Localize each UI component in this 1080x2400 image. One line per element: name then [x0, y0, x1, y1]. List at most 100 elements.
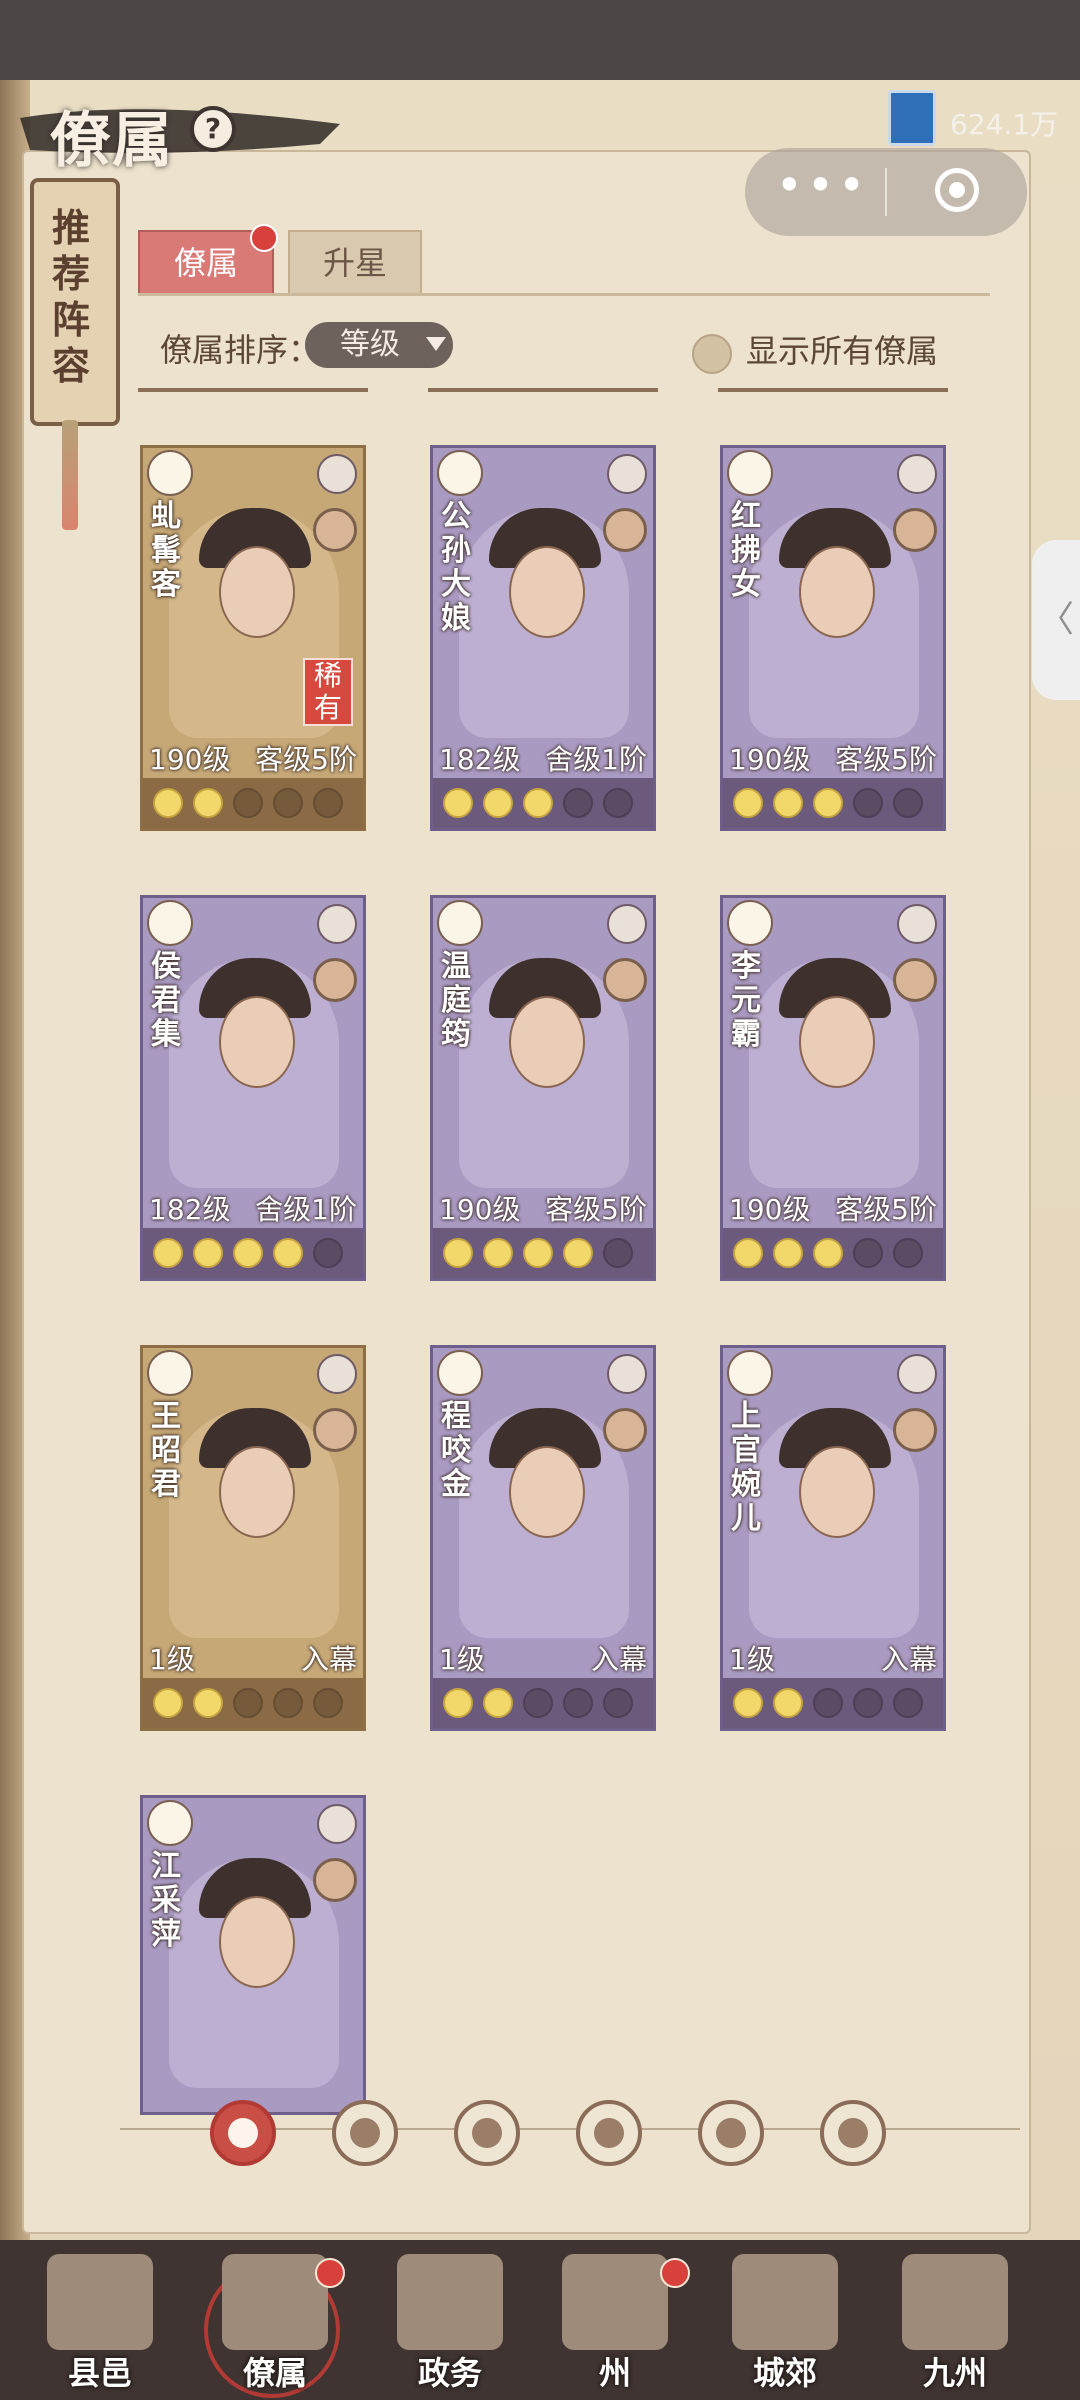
- shield-icon: [317, 454, 357, 494]
- empty-star-icon: [233, 1688, 263, 1718]
- character-card[interactable]: 虬髯客 稀有 190级 客级5阶: [140, 445, 366, 831]
- help-button[interactable]: ?: [190, 106, 236, 152]
- character-card[interactable]: 公孙大娘 182级 舍级1阶: [430, 445, 656, 831]
- all-filter-button[interactable]: [210, 2100, 276, 2166]
- star-bar: [433, 1678, 653, 1728]
- character-level: 190级: [439, 1193, 521, 1226]
- character-card[interactable]: 温庭筠 190级 客级5阶: [430, 895, 656, 1281]
- nav-illustration-icon: [47, 2254, 153, 2350]
- nav-illustration-icon: [562, 2254, 668, 2350]
- fan-filter-button[interactable]: [576, 2100, 642, 2166]
- empty-star-icon: [893, 1238, 923, 1268]
- character-card[interactable]: 红拂女 190级 客级5阶: [720, 445, 946, 831]
- character-name: 上官婉儿: [731, 1399, 761, 1536]
- nav-label: 僚属: [242, 2354, 307, 2392]
- character-card[interactable]: 上官婉儿 1级 入幕: [720, 1345, 946, 1731]
- gourd-filter-button[interactable]: [454, 2100, 520, 2166]
- gourd-icon: [147, 1800, 193, 1846]
- partner-avatar: [893, 958, 937, 1002]
- cloud-icon: [317, 1804, 357, 1844]
- character-level: 182级: [439, 743, 521, 776]
- gourd-icon: [472, 2118, 502, 2148]
- moon-star-icon: [523, 1238, 553, 1268]
- empty-star-icon: [233, 788, 263, 818]
- gourd-icon: [147, 900, 193, 946]
- empty-star-icon: [603, 1688, 633, 1718]
- star-bar: [723, 778, 943, 828]
- beast-icon: [716, 2118, 746, 2148]
- nav-illustration-icon: [222, 2254, 328, 2350]
- notification-dot: [250, 224, 278, 252]
- moon-star-icon: [773, 1688, 803, 1718]
- yinyang-icon: [607, 904, 647, 944]
- moon-star-icon: [443, 1238, 473, 1268]
- sort-label: 僚属排序：: [160, 331, 321, 369]
- capsule-divider: [885, 168, 887, 216]
- nav-item-2[interactable]: 政务: [375, 2248, 525, 2398]
- rarity-badge: 稀有: [303, 658, 353, 726]
- nav-illustration-icon: [732, 2254, 838, 2350]
- character-card[interactable]: 程咬金 1级 入幕: [430, 1345, 656, 1731]
- nav-item-4[interactable]: 城郊: [710, 2248, 860, 2398]
- character-card[interactable]: 江采萍: [140, 1795, 366, 2115]
- bell-icon: [350, 2118, 380, 2148]
- moon-star-icon: [523, 788, 553, 818]
- character-card[interactable]: 李元霸 190级 客级5阶: [720, 895, 946, 1281]
- nav-label: 城郊: [752, 2354, 817, 2392]
- bell-icon: [727, 900, 773, 946]
- partner-avatar: [603, 1408, 647, 1452]
- leaf-filter-button[interactable]: [820, 2100, 886, 2166]
- moon-star-icon: [813, 788, 843, 818]
- character-face: [799, 1446, 875, 1538]
- star-bar: [723, 1228, 943, 1278]
- side-drawer-tab[interactable]: 〈: [1032, 540, 1080, 700]
- nav-item-0[interactable]: 县邑: [25, 2248, 175, 2398]
- show-all-checkbox[interactable]: [692, 334, 732, 374]
- empty-star-icon: [853, 1238, 883, 1268]
- close-mini-program-button[interactable]: [935, 168, 979, 212]
- gourd-icon: [147, 450, 193, 496]
- character-name: 公孙大娘: [441, 499, 471, 636]
- character-rank: 入幕: [590, 1643, 647, 1676]
- partner-avatar: [893, 508, 937, 552]
- moon-star-icon: [273, 1238, 303, 1268]
- empty-star-icon: [273, 1688, 303, 1718]
- character-name: 侯君集: [151, 949, 181, 1052]
- show-all-label: 显示所有僚属: [746, 332, 939, 370]
- character-card[interactable]: 王昭君 1级 入幕: [140, 1345, 366, 1731]
- nav-label: 州: [598, 2354, 631, 2392]
- character-rank: 舍级1阶: [545, 743, 647, 776]
- character-name: 程咬金: [441, 1399, 471, 1502]
- partner-avatar: [603, 958, 647, 1002]
- status-bar: [0, 0, 1080, 80]
- column-divider: [428, 388, 658, 392]
- nav-label: 政务: [417, 2354, 482, 2392]
- beast-filter-button[interactable]: [698, 2100, 764, 2166]
- moon-star-icon: [813, 1238, 843, 1268]
- moon-star-icon: [563, 1238, 593, 1268]
- character-card[interactable]: 侯君集 182级 舍级1阶: [140, 895, 366, 1281]
- column-divider: [718, 388, 948, 392]
- moon-star-icon: [483, 788, 513, 818]
- beast-icon: [727, 1350, 773, 1396]
- nav-label: 九州: [922, 2354, 987, 2392]
- bell-filter-button[interactable]: [332, 2100, 398, 2166]
- tab-shengxing[interactable]: 升星: [288, 230, 422, 296]
- partner-avatar: [313, 508, 357, 552]
- moon-star-icon: [773, 788, 803, 818]
- star-bar: [433, 1228, 653, 1278]
- sword-icon: [607, 454, 647, 494]
- more-menu-button[interactable]: •••: [765, 150, 880, 234]
- character-face: [509, 996, 585, 1088]
- beast-icon: [437, 1350, 483, 1396]
- nav-item-5[interactable]: 九州: [880, 2248, 1030, 2398]
- star-bar: [143, 778, 363, 828]
- character-level: 1级: [729, 1643, 775, 1676]
- empty-star-icon: [813, 1688, 843, 1718]
- empty-star-icon: [523, 1688, 553, 1718]
- partner-avatar: [313, 1858, 357, 1902]
- empty-star-icon: [273, 788, 303, 818]
- character-face: [219, 546, 295, 638]
- character-face: [799, 546, 875, 638]
- moon-star-icon: [733, 788, 763, 818]
